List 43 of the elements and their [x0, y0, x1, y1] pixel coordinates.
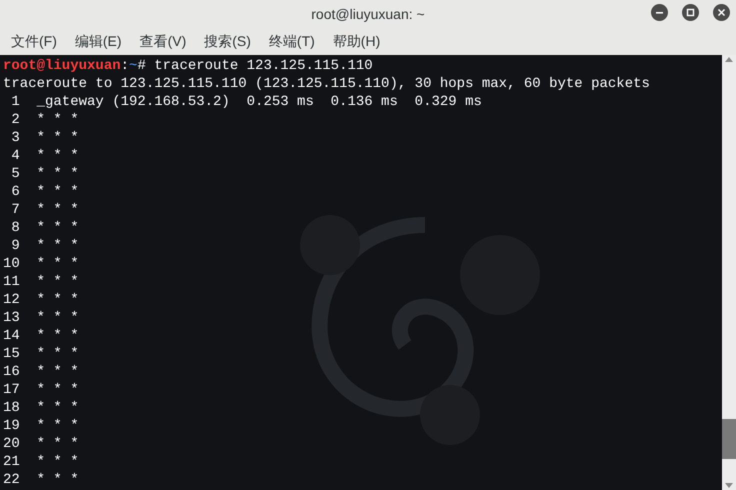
output-line: 14 * * * — [3, 328, 79, 344]
output-line: 8 * * * — [10, 220, 79, 236]
output-line: 9 * * * — [10, 238, 79, 254]
output-line: 4 * * * — [10, 148, 79, 164]
menu-item[interactable]: 文件(F) — [3, 29, 65, 54]
output-line: 13 * * * — [3, 310, 79, 326]
menu-item[interactable]: 搜索(S) — [196, 29, 259, 54]
output-line: 22 * * * — [3, 472, 79, 488]
menu-item[interactable]: 编辑(E) — [66, 29, 130, 54]
output-line: 19 * * * — [3, 418, 79, 434]
maximize-button[interactable] — [682, 4, 699, 21]
scroll-down-icon[interactable] — [725, 483, 733, 488]
scrollbar-thumb[interactable] — [722, 419, 736, 459]
window-title: root@liuyuxuan: ~ — [311, 6, 425, 22]
maximize-icon — [686, 8, 695, 17]
output-line: 11 * * * — [3, 274, 79, 290]
output-line: 3 * * * — [10, 130, 79, 146]
output-line: 10 * * * — [3, 256, 79, 272]
menu-item[interactable]: 查看(V) — [132, 29, 194, 54]
close-icon — [717, 8, 726, 17]
prompt-separator: : — [120, 58, 130, 74]
output-line: 18 * * * — [3, 400, 79, 416]
command-text: # traceroute 123.125.115.110 — [137, 58, 373, 74]
output-line: 7 * * * — [10, 202, 79, 218]
scroll-up-icon[interactable] — [725, 57, 733, 62]
output-line: 1 _gateway (192.168.53.2) 0.253 ms 0.136 ms 0.329 ms — [10, 94, 482, 110]
prompt-path: ~ — [129, 58, 138, 74]
output-line: 17 * * * — [3, 382, 79, 398]
output-line: 15 * * * — [3, 346, 79, 362]
output-line: 5 * * * — [10, 166, 79, 182]
prompt-user: root@liuyuxuan — [3, 58, 121, 74]
output-line: traceroute to 123.125.115.110 (123.125.115.110), 30 hops max, 60 byte packets — [3, 76, 650, 92]
output-line: 16 * * * — [3, 364, 79, 380]
output-line: 12 * * * — [3, 292, 79, 308]
output-line: 2 * * * — [10, 112, 79, 128]
close-button[interactable] — [713, 4, 730, 21]
output-line: 21 * * * — [3, 454, 79, 470]
menu-item[interactable]: 终端(T) — [260, 29, 323, 54]
minimize-button[interactable] — [651, 4, 668, 21]
menu-item[interactable]: 帮助(H) — [324, 29, 388, 54]
output-line: 6 * * * — [10, 184, 79, 200]
output-line: 20 * * * — [3, 436, 79, 452]
scrollbar[interactable] — [722, 55, 736, 490]
